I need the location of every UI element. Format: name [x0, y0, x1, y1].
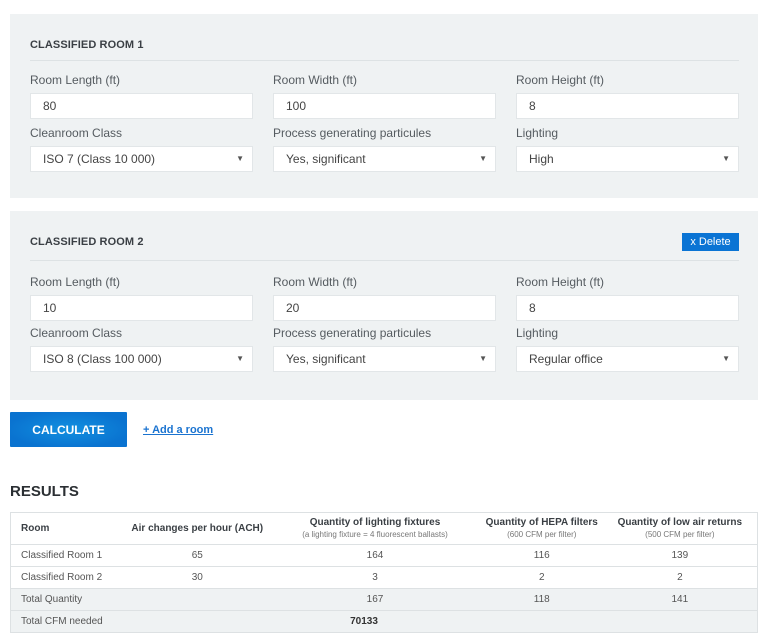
process-particles-label: Process generating particules — [273, 326, 432, 340]
cell-room: Classified Room 1 — [10, 544, 126, 567]
room-height-input[interactable]: 8 — [516, 93, 739, 119]
cell-room: Classified Room 2 — [10, 566, 126, 589]
cell-hepa: 118 — [480, 588, 603, 611]
cleanroom-class-label: Cleanroom Class — [30, 326, 123, 340]
lighting-label: Lighting — [516, 326, 559, 340]
add-room-link[interactable]: + Add a room — [143, 424, 213, 436]
chevron-down-icon: ▼ — [722, 354, 730, 363]
lighting-label: Lighting — [516, 126, 559, 140]
table-row: Classified Room 1 65 164 116 139 — [10, 544, 758, 567]
room-height-field: Room Height (ft) 8 — [516, 274, 739, 321]
header-sublabel: (600 CFM per filter) — [507, 529, 577, 539]
lighting-select[interactable]: High ▼ — [516, 146, 739, 172]
room-title: CLASSIFIED ROOM 1 — [30, 39, 144, 51]
header-sublabel: (a lighting fixture = 4 fluorescent ball… — [302, 529, 448, 539]
cleanroom-class-label: Cleanroom Class — [30, 126, 123, 140]
cell-lighting: 164 — [269, 544, 481, 567]
room-width-field: Room Width (ft) 100 — [273, 72, 496, 119]
cell-hepa: 2 — [480, 566, 603, 589]
cell-room: Total CFM needed — [10, 610, 126, 633]
room-width-field: Room Width (ft) 20 — [273, 274, 496, 321]
process-particles-field: Process generating particules Yes, signi… — [273, 125, 496, 172]
lighting-field: Lighting High ▼ — [516, 125, 739, 172]
header-returns: Quantity of low air returns (500 CFM per… — [602, 512, 758, 545]
cleanroom-class-select[interactable]: ISO 8 (Class 100 000) ▼ — [30, 346, 253, 372]
process-particles-select[interactable]: Yes, significant ▼ — [273, 146, 496, 172]
room-length-input[interactable]: 80 — [30, 93, 253, 119]
header-sublabel: (500 CFM per filter) — [645, 529, 715, 539]
room-panel-header: CLASSIFIED ROOM 1 — [30, 14, 739, 61]
room-width-label: Room Width (ft) — [273, 275, 358, 289]
header-label: Quantity of lighting fixtures — [309, 516, 441, 528]
room-height-field: Room Height (ft) 8 — [516, 72, 739, 119]
cell-lighting: 3 — [269, 566, 481, 589]
lighting-value: Regular office — [529, 352, 603, 366]
room-length-label: Room Length (ft) — [30, 275, 121, 289]
room-length-input[interactable]: 10 — [30, 295, 253, 321]
chevron-down-icon: ▼ — [722, 154, 730, 163]
process-particles-field: Process generating particules Yes, signi… — [273, 325, 496, 372]
lighting-select[interactable]: Regular office ▼ — [516, 346, 739, 372]
room-height-label: Room Height (ft) — [516, 73, 605, 87]
cell-ach: 65 — [125, 544, 270, 567]
table-header-row: Room Air changes per hour (ACH) Quantity… — [10, 512, 758, 545]
room-title: CLASSIFIED ROOM 2 — [30, 236, 144, 248]
results-table: Room Air changes per hour (ACH) Quantity… — [10, 512, 758, 633]
room-width-input[interactable]: 20 — [273, 295, 496, 321]
cell-lighting: 167 — [269, 588, 481, 611]
cleanroom-class-field: Cleanroom Class ISO 7 (Class 10 000) ▼ — [30, 125, 253, 172]
header-hepa: Quantity of HEPA filters (600 CFM per fi… — [480, 512, 603, 545]
cleanroom-class-value: ISO 7 (Class 10 000) — [43, 152, 156, 166]
calculate-button[interactable]: CALCULATE — [10, 412, 127, 447]
room-length-field: Room Length (ft) 10 — [30, 274, 253, 321]
cell-room: Total Quantity — [10, 588, 126, 611]
process-particles-select[interactable]: Yes, significant ▼ — [273, 346, 496, 372]
chevron-down-icon: ▼ — [479, 154, 487, 163]
header-lighting: Quantity of lighting fixtures (a lightin… — [269, 512, 481, 545]
room-length-field: Room Length (ft) 80 — [30, 72, 253, 119]
lighting-value: High — [529, 152, 554, 166]
cell-returns: 139 — [602, 544, 758, 567]
header-label: Quantity of HEPA filters — [485, 516, 598, 528]
room-panel-1: CLASSIFIED ROOM 1 Room Length (ft) 80 Ro… — [10, 14, 758, 198]
results-heading: RESULTS — [10, 483, 79, 500]
total-cfm-row: Total CFM needed 70133 — [10, 610, 758, 633]
cell-hepa: 116 — [480, 544, 603, 567]
cell-returns: 2 — [602, 566, 758, 589]
chevron-down-icon: ▼ — [236, 154, 244, 163]
header-ach: Air changes per hour (ACH) — [125, 512, 270, 545]
process-particles-value: Yes, significant — [286, 352, 366, 366]
header-room: Room — [10, 512, 126, 545]
cleanroom-class-select[interactable]: ISO 7 (Class 10 000) ▼ — [30, 146, 253, 172]
total-quantity-row: Total Quantity 167 118 141 — [10, 588, 758, 611]
room-panel-2: CLASSIFIED ROOM 2 x Delete Room Length (… — [10, 211, 758, 400]
chevron-down-icon: ▼ — [236, 354, 244, 363]
cell-returns: 141 — [602, 588, 758, 611]
cell-empty — [602, 610, 758, 633]
room-height-input[interactable]: 8 — [516, 295, 739, 321]
process-particles-value: Yes, significant — [286, 152, 366, 166]
room-width-label: Room Width (ft) — [273, 73, 358, 87]
room-height-label: Room Height (ft) — [516, 275, 605, 289]
process-particles-label: Process generating particules — [273, 126, 432, 140]
cleanroom-class-value: ISO 8 (Class 100 000) — [43, 352, 162, 366]
cell-ach: 30 — [125, 566, 270, 589]
chevron-down-icon: ▼ — [479, 354, 487, 363]
total-cfm-value: 70133 — [125, 610, 603, 633]
cleanroom-class-field: Cleanroom Class ISO 8 (Class 100 000) ▼ — [30, 325, 253, 372]
room-panel-header: CLASSIFIED ROOM 2 x Delete — [30, 211, 739, 261]
cell-ach — [125, 588, 270, 611]
header-label: Room — [21, 522, 50, 534]
header-label: Quantity of low air returns — [617, 516, 743, 528]
delete-room-button[interactable]: x Delete — [682, 233, 739, 251]
room-length-label: Room Length (ft) — [30, 73, 121, 87]
room-width-input[interactable]: 100 — [273, 93, 496, 119]
table-row: Classified Room 2 30 3 2 2 — [10, 566, 758, 589]
header-label: Air changes per hour (ACH) — [131, 522, 264, 534]
lighting-field: Lighting Regular office ▼ — [516, 325, 739, 372]
